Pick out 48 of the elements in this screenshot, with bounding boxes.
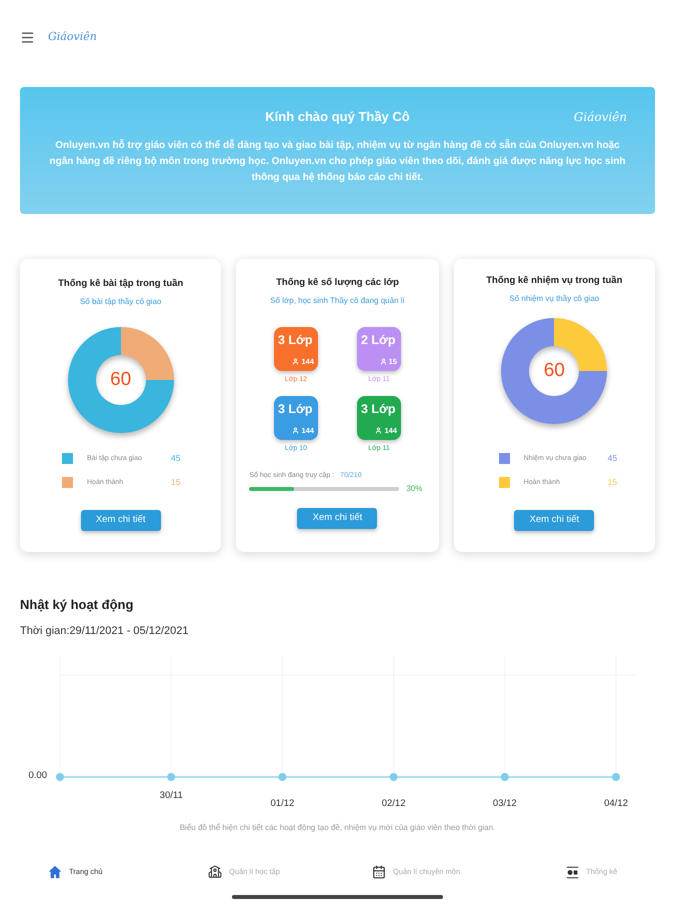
menu-icon[interactable] bbox=[20, 30, 35, 44]
class-count: 3 Lớp bbox=[278, 333, 314, 348]
data-point bbox=[612, 773, 620, 781]
legend-value: 45 bbox=[608, 453, 618, 463]
data-point bbox=[500, 773, 509, 781]
card-subtitle: Số bài tập thầy cô giao bbox=[80, 296, 162, 307]
student-icon bbox=[292, 358, 300, 365]
student-icon bbox=[292, 427, 300, 434]
data-point bbox=[390, 773, 398, 781]
class-count: 2 Lớp bbox=[360, 333, 397, 348]
detail-button[interactable]: Xem chi tiết bbox=[80, 510, 161, 531]
banner-text: Onluyen.vn hỗ trợ giáo viên có thể dễ dàng tạo và giao bài tập, nhiệm vụ từ ngân hàng đề có sẵn của Onluyen.vn hoặc ngân hàng đề riêng bộ môn trong trường học. Onluyen.vn cho phép giáo viên theo dõi, đánh giá được năng lực học sinh thông qua hệ thống báo cáo chi tiết. bbox=[48, 138, 626, 185]
school-icon bbox=[208, 865, 222, 879]
class-count: 3 Lớp bbox=[360, 402, 397, 417]
total-value: 60 bbox=[110, 369, 132, 391]
card-subtitle: Số lớp, học sinh Thầy cô đang quản lí bbox=[270, 295, 405, 306]
section-title: Nhật ký hoạt động bbox=[20, 597, 134, 613]
card-title: Thống kê số lượng các lớp bbox=[276, 277, 399, 289]
date-range: Thời gian:29/11/2021 - 05/12/2021 bbox=[20, 624, 188, 638]
progress-percent: 30% bbox=[406, 484, 422, 494]
detail-button[interactable]: Xem chi tiết bbox=[297, 508, 378, 529]
axis-label: 02/12 bbox=[382, 798, 406, 809]
calendar-icon bbox=[372, 865, 386, 879]
banner-logo: Giáoviên bbox=[574, 109, 627, 125]
axis-label: 04/12 bbox=[604, 798, 628, 809]
student-icon bbox=[375, 427, 382, 434]
card-subtitle: Số nhiệm vụ thầy cô giao bbox=[509, 293, 600, 304]
axis-label: 0.00 bbox=[28, 770, 47, 781]
card-title: Thống kê bài tập trong tuần bbox=[58, 278, 184, 290]
total-value: 60 bbox=[544, 360, 565, 382]
class-count: 3 Lớp bbox=[278, 402, 314, 417]
card-title: Thống kê nhiệm vụ trong tuần bbox=[486, 275, 622, 287]
legend-value: 15 bbox=[608, 477, 618, 487]
axis-label: 30/11 bbox=[160, 790, 183, 801]
axis-label: 01/12 bbox=[270, 798, 294, 809]
data-point bbox=[278, 773, 286, 781]
axis-label: 03/12 bbox=[492, 798, 517, 809]
home-icon bbox=[48, 865, 62, 879]
profile-card-icon bbox=[566, 866, 579, 878]
legend-value: 15 bbox=[171, 477, 180, 487]
chart-caption: Biểu đồ thể hiện chi tiết các hoạt động tạo đề, nhiệm vụ mới của giáo viên theo thời gian. bbox=[180, 823, 496, 833]
detail-button[interactable]: Xem chi tiết bbox=[514, 510, 594, 531]
student-icon bbox=[380, 358, 387, 365]
data-point bbox=[167, 773, 176, 781]
banner-title: Kính chào quý Thầy Cô bbox=[265, 109, 410, 125]
legend-value: 45 bbox=[171, 453, 180, 463]
data-point bbox=[56, 773, 64, 781]
app-logo: Giáoviên bbox=[48, 29, 97, 45]
